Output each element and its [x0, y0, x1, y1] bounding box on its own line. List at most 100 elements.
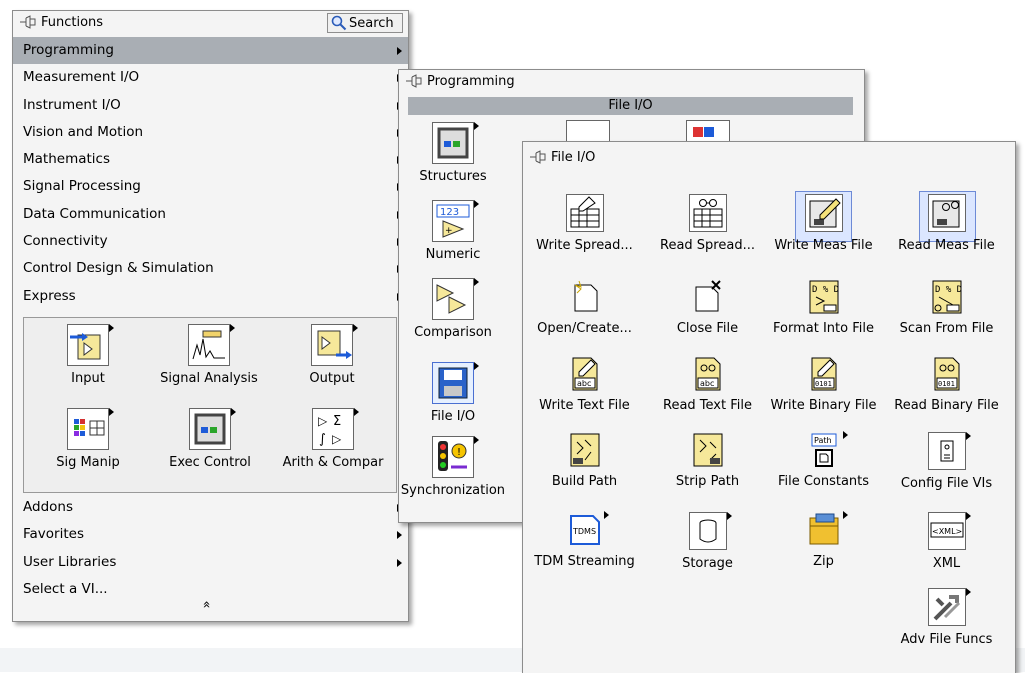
express-sig-manip[interactable]: Sig Manip	[38, 408, 138, 470]
menu-item-label: Addons	[23, 499, 73, 515]
search-button[interactable]: Search	[327, 13, 403, 33]
prog-synchronization[interactable]: ! Synchronization	[399, 436, 507, 498]
svg-text:<XML>: <XML>	[932, 527, 962, 536]
menu-item-label: Programming	[23, 42, 114, 58]
svg-text:▷: ▷	[332, 432, 342, 446]
collapse-chevron-icon[interactable]: »	[199, 597, 214, 612]
thumbtack-icon[interactable]	[405, 74, 423, 88]
menu-item-label: Control Design & Simulation	[23, 260, 214, 277]
express-arith-compar[interactable]: ▷ Σ ∫ ▷ Arith & Compar	[274, 408, 392, 470]
icon-label: Build Path	[551, 474, 618, 489]
fi-read-binary-file[interactable]: 0101 Read Binary File	[885, 356, 1008, 413]
menu-item-label: Measurement I/O	[23, 69, 140, 86]
programming-titlebar: Programming	[399, 70, 864, 92]
icon-label: Adv File Funcs	[900, 632, 993, 647]
numeric-icon: 123 +	[432, 200, 479, 242]
menu-item-signal-processing[interactable]: Signal Processing	[13, 173, 408, 200]
menu-item-instrument-io[interactable]: Instrument I/O	[13, 92, 408, 119]
file-io-titlebar: File I/O	[523, 142, 1015, 172]
fi-open-create[interactable]: Open/Create...	[523, 279, 646, 336]
svg-text:∫: ∫	[319, 432, 326, 447]
fi-read-spreadsheet[interactable]: Read Spread...	[646, 194, 769, 253]
fi-config-file-vis[interactable]: Config File VIs	[885, 432, 1008, 491]
fi-strip-path[interactable]: Strip Path	[646, 432, 769, 489]
menu-item-label: Express	[23, 287, 76, 304]
menu-item-control-design[interactable]: Control Design & Simulation	[13, 255, 408, 282]
fi-read-meas-file[interactable]: Read Meas File	[885, 194, 1008, 253]
fi-xml[interactable]: <XML> XML	[885, 512, 1008, 571]
menu-item-user-libraries[interactable]: User Libraries	[13, 549, 408, 576]
fi-adv-file-funcs[interactable]: Adv File Funcs	[885, 588, 1008, 647]
icon-label: Read Meas File	[898, 238, 995, 253]
icon-label: Exec Control	[169, 455, 251, 470]
write-spreadsheet-icon	[565, 194, 604, 232]
menu-item-vision-motion[interactable]: Vision and Motion	[13, 119, 408, 146]
fi-build-path[interactable]: Build Path	[523, 432, 646, 489]
menu-item-measurement-io[interactable]: Measurement I/O	[13, 64, 408, 91]
fi-zip[interactable]: Zip	[762, 511, 885, 569]
menu-item-label: Connectivity	[23, 233, 108, 250]
menu-item-mathematics[interactable]: Mathematics	[13, 146, 408, 173]
prog-numeric[interactable]: 123 + Numeric	[399, 200, 507, 262]
fi-close-file[interactable]: Close File	[646, 279, 769, 336]
fi-read-text-file[interactable]: abc Read Text File	[646, 356, 769, 413]
fi-write-text-file[interactable]: abc Write Text File	[523, 356, 646, 413]
read-text-file-icon: abc	[690, 356, 726, 392]
prog-file-io[interactable]: File I/O	[399, 362, 507, 424]
menu-item-addons[interactable]: Addons	[13, 494, 408, 521]
icon-label: Output	[309, 371, 355, 386]
svg-text:TDMS: TDMS	[572, 527, 596, 536]
read-binary-file-icon: 0101	[929, 356, 965, 392]
prog-comparison[interactable]: Comparison	[399, 278, 507, 340]
icon-label: Storage	[682, 556, 733, 571]
icon-label: Read Binary File	[894, 398, 999, 413]
structures-icon	[432, 122, 479, 164]
menu-item-favorites[interactable]: Favorites	[13, 521, 408, 548]
svg-text:Σ: Σ	[333, 414, 341, 429]
fi-write-meas-file[interactable]: Write Meas File	[762, 194, 885, 253]
icon-label: Numeric	[425, 247, 481, 262]
functions-palette: Functions Search Programming Measurement…	[12, 10, 409, 622]
thumbtack-icon[interactable]	[19, 15, 37, 29]
xml-icon: <XML>	[927, 512, 971, 550]
icon-label: Synchronization	[400, 483, 506, 498]
arith-compar-icon: ▷ Σ ∫ ▷	[312, 408, 359, 450]
express-output[interactable]: Output	[282, 324, 382, 386]
fi-tdm-streaming[interactable]: TDMS TDM Streaming	[523, 511, 646, 569]
icon-label: Comparison	[414, 325, 492, 340]
submenu-arrow-icon	[397, 558, 402, 567]
adv-file-funcs-icon	[927, 588, 971, 626]
tdm-streaming-icon: TDMS	[567, 511, 609, 548]
express-exec-control[interactable]: Exec Control	[164, 408, 256, 470]
thumbtack-icon[interactable]	[529, 150, 547, 164]
svg-text:abc: abc	[700, 379, 714, 388]
express-signal-analysis[interactable]: Signal Analysis	[154, 324, 264, 386]
menu-item-programming[interactable]: Programming	[13, 37, 408, 65]
menu-item-connectivity[interactable]: Connectivity	[13, 228, 408, 255]
icon-label: XML	[932, 556, 961, 571]
svg-text:0101: 0101	[815, 380, 832, 388]
icon-label: TDM Streaming	[534, 554, 635, 569]
fi-storage[interactable]: Storage	[646, 512, 769, 571]
fi-write-spreadsheet[interactable]: Write Spread...	[523, 194, 646, 253]
palette-title: Programming	[427, 73, 515, 89]
current-subpalette-header: File I/O	[408, 97, 853, 115]
fi-scan-from-file[interactable]: D % D Scan From File	[885, 279, 1008, 336]
menu-item-label: Select a VI...	[23, 580, 108, 597]
menu-item-express[interactable]: Express	[13, 283, 408, 310]
icon-label: Read Text File	[663, 398, 752, 413]
fi-write-binary-file[interactable]: 0101 Write Binary File	[762, 356, 885, 413]
icon-label: Write Spread...	[536, 238, 633, 253]
express-input[interactable]: Input	[38, 324, 138, 386]
output-icon	[311, 324, 358, 366]
close-file-icon	[690, 279, 726, 315]
config-file-icon	[927, 432, 971, 470]
menu-item-data-communication[interactable]: Data Communication	[13, 201, 408, 228]
comparison-icon	[432, 278, 479, 320]
fi-file-constants[interactable]: Path File Constants	[762, 431, 885, 489]
search-label: Search	[349, 15, 394, 31]
prog-structures[interactable]: Structures	[399, 122, 507, 184]
icon-label: Config File VIs	[900, 476, 993, 491]
fi-format-into-file[interactable]: D % D Format Into File	[762, 279, 885, 336]
icon-label: Structures	[419, 169, 487, 184]
